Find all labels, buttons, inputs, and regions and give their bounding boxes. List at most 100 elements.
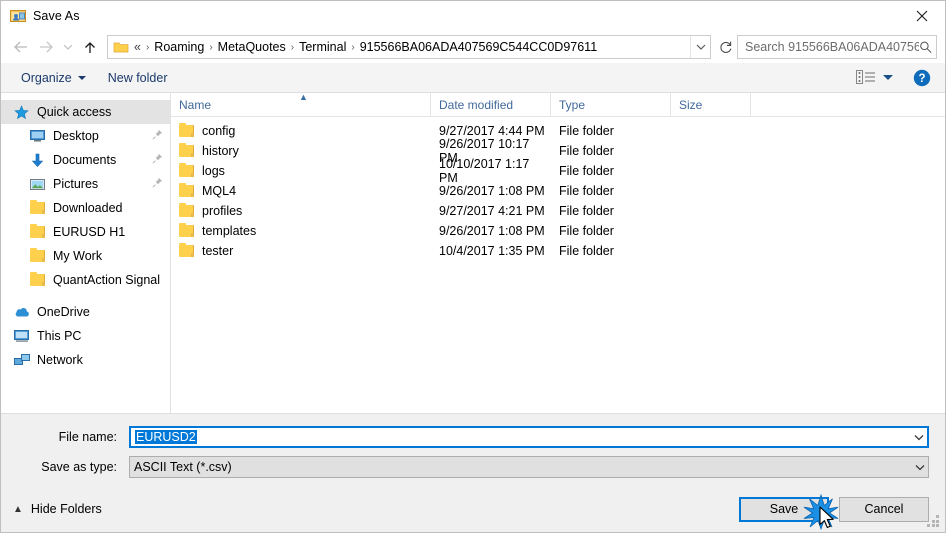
network-icon <box>13 352 30 368</box>
sidebar-item-quantaction-signal[interactable]: QuantAction Signal <box>1 268 170 292</box>
breadcrumb-overflow[interactable]: « <box>132 39 144 55</box>
column-header-date-modified[interactable]: Date modified <box>431 93 551 116</box>
file-name-cell: profiles <box>171 203 431 218</box>
address-dropdown-button[interactable] <box>690 36 710 58</box>
table-row[interactable]: templates 9/26/2017 1:08 PM File folder <box>171 221 945 241</box>
file-name-input[interactable]: EURUSD2 <box>129 426 929 448</box>
breadcrumb-item-roaming[interactable]: Roaming <box>151 39 207 55</box>
file-name: MQL4 <box>202 184 237 198</box>
file-date: 9/26/2017 1:08 PM <box>439 184 545 198</box>
folder-icon <box>113 40 129 54</box>
file-type: File folder <box>559 124 614 138</box>
hide-folders-button[interactable]: ▲ Hide Folders <box>13 502 102 516</box>
column-header-name[interactable]: Name ▲ <box>171 92 431 116</box>
file-type: File folder <box>559 244 614 258</box>
save-button[interactable]: Save <box>739 493 839 530</box>
title-bar: Save As <box>1 1 945 31</box>
file-name: profiles <box>202 204 243 218</box>
file-list-rows: config 9/27/2017 4:44 PM File folder his… <box>171 117 945 413</box>
breadcrumb-separator: › <box>290 41 295 53</box>
mouse-pointer-icon <box>819 505 837 532</box>
column-header-filler <box>751 93 945 116</box>
sidebar-item-my-work[interactable]: My Work <box>1 244 170 268</box>
file-type: File folder <box>559 144 614 158</box>
svg-text:?: ? <box>918 73 925 85</box>
help-button[interactable]: ? <box>913 69 931 87</box>
folder-icon <box>179 203 194 217</box>
back-button[interactable] <box>7 34 33 60</box>
table-row[interactable]: history 9/26/2017 10:17 PM File folder <box>171 137 945 165</box>
dialog-body: Quick access Desktop Documents Pictures … <box>1 92 945 414</box>
sidebar-item-network[interactable]: Network <box>1 348 170 372</box>
forward-button[interactable] <box>33 34 59 60</box>
breadcrumb-item-terminal-id[interactable]: 915566BA06ADA407569C544CC0D97611 <box>357 39 600 55</box>
breadcrumb-item-metaquotes[interactable]: MetaQuotes <box>215 39 289 55</box>
search-input[interactable]: Search 915566BA06ADA40756... <box>737 35 937 59</box>
cancel-button[interactable]: Cancel <box>839 496 929 522</box>
recent-locations-button[interactable] <box>59 34 77 60</box>
folder-icon <box>29 248 46 264</box>
sidebar-item-downloaded[interactable]: Downloaded <box>1 196 170 220</box>
sidebar-item-this-pc[interactable]: This PC <box>1 324 170 348</box>
save-as-type-dropdown-button[interactable] <box>911 464 928 471</box>
chevron-down-icon <box>915 464 924 470</box>
sidebar-item-label: Documents <box>53 153 117 167</box>
table-row[interactable]: profiles 9/27/2017 4:21 PM File folder <box>171 201 945 221</box>
resize-grip-icon[interactable] <box>927 515 941 529</box>
documents-icon <box>29 152 46 168</box>
new-folder-button[interactable]: New folder <box>102 68 174 88</box>
file-name-cell: logs <box>171 163 431 178</box>
up-button[interactable] <box>77 34 103 60</box>
file-name-value: EURUSD2 <box>135 430 197 444</box>
column-header-label: Date modified <box>439 97 514 112</box>
folder-icon <box>179 123 194 137</box>
arrow-up-icon <box>85 41 95 53</box>
column-header-label: Type <box>559 97 586 112</box>
column-header-type[interactable]: Type <box>551 93 671 116</box>
help-icon: ? <box>913 69 931 86</box>
file-name-cell: templates <box>171 223 431 238</box>
close-icon <box>916 10 928 22</box>
sidebar-item-label: Network <box>37 353 83 367</box>
close-button[interactable] <box>899 1 945 31</box>
table-row[interactable]: logs 10/10/2017 1:17 PM File folder <box>171 157 945 185</box>
click-starburst <box>803 493 839 530</box>
view-options-button[interactable] <box>852 68 897 87</box>
sidebar-item-label: Downloaded <box>53 201 123 215</box>
pin-icon <box>152 177 164 191</box>
dialog-footer: ▲ Hide Folders Save Cancel <box>1 486 945 532</box>
search-placeholder: Search 915566BA06ADA40756... <box>745 40 919 54</box>
sidebar-item-quick-access[interactable]: Quick access <box>1 100 170 124</box>
folder-icon <box>179 143 194 157</box>
breadcrumb-item-terminal[interactable]: Terminal <box>296 39 349 55</box>
folder-icon <box>179 243 194 257</box>
sidebar-item-label: My Work <box>53 249 103 263</box>
arrow-right-icon <box>39 41 53 53</box>
file-type: File folder <box>559 204 614 218</box>
folder-icon <box>29 224 46 240</box>
column-header-label: Size <box>679 97 703 112</box>
save-as-type-select[interactable]: ASCII Text (*.csv) <box>129 456 929 478</box>
sidebar-item-desktop[interactable]: Desktop <box>1 124 170 148</box>
save-as-type-row: Save as type: ASCII Text (*.csv) <box>17 456 929 478</box>
table-row[interactable]: tester 10/4/2017 1:35 PM File folder <box>171 241 945 261</box>
desktop-icon <box>29 128 46 144</box>
address-bar[interactable]: « › Roaming › MetaQuotes › Terminal › 91… <box>107 35 711 59</box>
file-list-pane: Name ▲ Date modified Type Size config 9/… <box>171 92 945 413</box>
table-row[interactable]: config 9/27/2017 4:44 PM File folder <box>171 121 945 141</box>
save-as-icon <box>10 8 26 24</box>
file-name-dropdown-button[interactable] <box>910 434 927 441</box>
organize-button[interactable]: Organize <box>15 68 92 88</box>
refresh-button[interactable] <box>715 36 737 58</box>
file-type: File folder <box>559 184 614 198</box>
sidebar-item-onedrive[interactable]: OneDrive <box>1 300 170 324</box>
table-row[interactable]: MQL4 9/26/2017 1:08 PM File folder <box>171 181 945 201</box>
sidebar-item-pictures[interactable]: Pictures <box>1 172 170 196</box>
chevron-down-icon <box>63 44 73 50</box>
column-header-size[interactable]: Size <box>671 93 751 116</box>
sidebar-item-eurusd-h1[interactable]: EURUSD H1 <box>1 220 170 244</box>
refresh-icon <box>720 41 732 53</box>
pin-icon <box>152 129 164 143</box>
sidebar-item-documents[interactable]: Documents <box>1 148 170 172</box>
